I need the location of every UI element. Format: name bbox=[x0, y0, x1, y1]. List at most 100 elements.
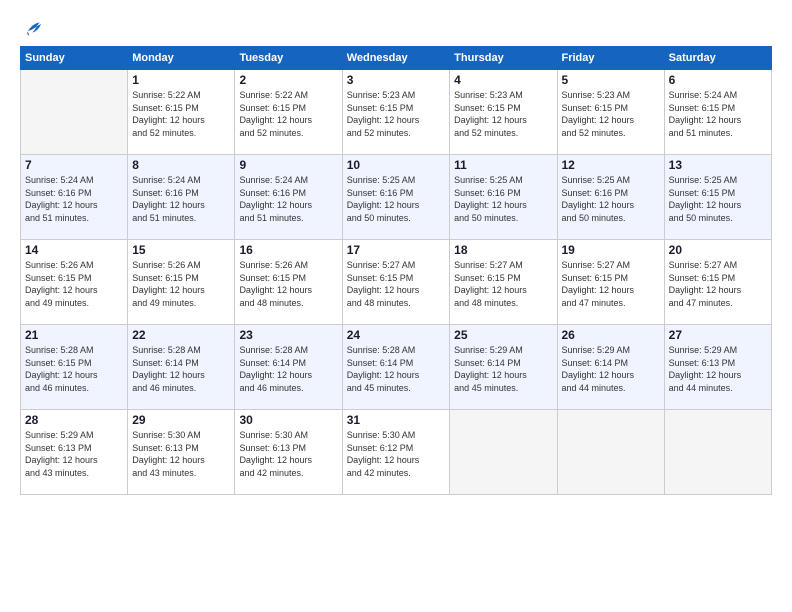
calendar-cell: 11 Sunrise: 5:25 AMSunset: 6:16 PMDaylig… bbox=[450, 155, 557, 240]
day-number: 2 bbox=[239, 73, 337, 87]
day-info: Sunrise: 5:24 AMSunset: 6:15 PMDaylight:… bbox=[669, 89, 767, 139]
day-info: Sunrise: 5:30 AMSunset: 6:13 PMDaylight:… bbox=[239, 429, 337, 479]
header-saturday: Saturday bbox=[664, 47, 771, 70]
day-number: 15 bbox=[132, 243, 230, 257]
day-number: 20 bbox=[669, 243, 767, 257]
calendar-cell: 10 Sunrise: 5:25 AMSunset: 6:16 PMDaylig… bbox=[342, 155, 449, 240]
day-number: 4 bbox=[454, 73, 552, 87]
day-info: Sunrise: 5:25 AMSunset: 6:15 PMDaylight:… bbox=[669, 174, 767, 224]
header-sunday: Sunday bbox=[21, 47, 128, 70]
day-number: 14 bbox=[25, 243, 123, 257]
day-number: 31 bbox=[347, 413, 445, 427]
calendar-cell: 8 Sunrise: 5:24 AMSunset: 6:16 PMDayligh… bbox=[128, 155, 235, 240]
calendar-cell: 12 Sunrise: 5:25 AMSunset: 6:16 PMDaylig… bbox=[557, 155, 664, 240]
day-number: 8 bbox=[132, 158, 230, 172]
day-number: 1 bbox=[132, 73, 230, 87]
calendar-cell bbox=[664, 410, 771, 495]
day-info: Sunrise: 5:22 AMSunset: 6:15 PMDaylight:… bbox=[239, 89, 337, 139]
day-info: Sunrise: 5:27 AMSunset: 6:15 PMDaylight:… bbox=[562, 259, 660, 309]
day-number: 11 bbox=[454, 158, 552, 172]
header-monday: Monday bbox=[128, 47, 235, 70]
day-info: Sunrise: 5:24 AMSunset: 6:16 PMDaylight:… bbox=[239, 174, 337, 224]
day-info: Sunrise: 5:23 AMSunset: 6:15 PMDaylight:… bbox=[347, 89, 445, 139]
calendar-week-row: 14 Sunrise: 5:26 AMSunset: 6:15 PMDaylig… bbox=[21, 240, 772, 325]
day-info: Sunrise: 5:28 AMSunset: 6:14 PMDaylight:… bbox=[347, 344, 445, 394]
day-number: 26 bbox=[562, 328, 660, 342]
day-number: 5 bbox=[562, 73, 660, 87]
calendar-cell: 27 Sunrise: 5:29 AMSunset: 6:13 PMDaylig… bbox=[664, 325, 771, 410]
day-info: Sunrise: 5:24 AMSunset: 6:16 PMDaylight:… bbox=[25, 174, 123, 224]
day-info: Sunrise: 5:23 AMSunset: 6:15 PMDaylight:… bbox=[562, 89, 660, 139]
calendar-header-row: SundayMondayTuesdayWednesdayThursdayFrid… bbox=[21, 47, 772, 70]
day-number: 19 bbox=[562, 243, 660, 257]
calendar-cell: 21 Sunrise: 5:28 AMSunset: 6:15 PMDaylig… bbox=[21, 325, 128, 410]
calendar-cell: 19 Sunrise: 5:27 AMSunset: 6:15 PMDaylig… bbox=[557, 240, 664, 325]
calendar-cell: 30 Sunrise: 5:30 AMSunset: 6:13 PMDaylig… bbox=[235, 410, 342, 495]
calendar-cell: 23 Sunrise: 5:28 AMSunset: 6:14 PMDaylig… bbox=[235, 325, 342, 410]
header-tuesday: Tuesday bbox=[235, 47, 342, 70]
day-number: 9 bbox=[239, 158, 337, 172]
page: SundayMondayTuesdayWednesdayThursdayFrid… bbox=[0, 0, 792, 612]
calendar-cell: 9 Sunrise: 5:24 AMSunset: 6:16 PMDayligh… bbox=[235, 155, 342, 240]
day-info: Sunrise: 5:30 AMSunset: 6:12 PMDaylight:… bbox=[347, 429, 445, 479]
day-info: Sunrise: 5:29 AMSunset: 6:13 PMDaylight:… bbox=[25, 429, 123, 479]
day-info: Sunrise: 5:26 AMSunset: 6:15 PMDaylight:… bbox=[132, 259, 230, 309]
calendar-cell: 6 Sunrise: 5:24 AMSunset: 6:15 PMDayligh… bbox=[664, 70, 771, 155]
day-number: 12 bbox=[562, 158, 660, 172]
calendar-cell: 5 Sunrise: 5:23 AMSunset: 6:15 PMDayligh… bbox=[557, 70, 664, 155]
day-info: Sunrise: 5:27 AMSunset: 6:15 PMDaylight:… bbox=[669, 259, 767, 309]
day-info: Sunrise: 5:27 AMSunset: 6:15 PMDaylight:… bbox=[454, 259, 552, 309]
day-number: 24 bbox=[347, 328, 445, 342]
calendar-cell bbox=[450, 410, 557, 495]
calendar-cell bbox=[21, 70, 128, 155]
calendar-cell bbox=[557, 410, 664, 495]
day-info: Sunrise: 5:22 AMSunset: 6:15 PMDaylight:… bbox=[132, 89, 230, 139]
day-number: 27 bbox=[669, 328, 767, 342]
day-number: 29 bbox=[132, 413, 230, 427]
calendar-cell: 4 Sunrise: 5:23 AMSunset: 6:15 PMDayligh… bbox=[450, 70, 557, 155]
day-number: 28 bbox=[25, 413, 123, 427]
calendar-cell: 14 Sunrise: 5:26 AMSunset: 6:15 PMDaylig… bbox=[21, 240, 128, 325]
calendar-cell: 24 Sunrise: 5:28 AMSunset: 6:14 PMDaylig… bbox=[342, 325, 449, 410]
header-wednesday: Wednesday bbox=[342, 47, 449, 70]
header bbox=[20, 18, 772, 40]
calendar-week-row: 1 Sunrise: 5:22 AMSunset: 6:15 PMDayligh… bbox=[21, 70, 772, 155]
calendar-week-row: 28 Sunrise: 5:29 AMSunset: 6:13 PMDaylig… bbox=[21, 410, 772, 495]
day-info: Sunrise: 5:24 AMSunset: 6:16 PMDaylight:… bbox=[132, 174, 230, 224]
day-info: Sunrise: 5:23 AMSunset: 6:15 PMDaylight:… bbox=[454, 89, 552, 139]
calendar-table: SundayMondayTuesdayWednesdayThursdayFrid… bbox=[20, 46, 772, 495]
calendar-cell: 13 Sunrise: 5:25 AMSunset: 6:15 PMDaylig… bbox=[664, 155, 771, 240]
calendar-cell: 22 Sunrise: 5:28 AMSunset: 6:14 PMDaylig… bbox=[128, 325, 235, 410]
day-info: Sunrise: 5:26 AMSunset: 6:15 PMDaylight:… bbox=[25, 259, 123, 309]
day-info: Sunrise: 5:30 AMSunset: 6:13 PMDaylight:… bbox=[132, 429, 230, 479]
day-number: 25 bbox=[454, 328, 552, 342]
day-info: Sunrise: 5:29 AMSunset: 6:14 PMDaylight:… bbox=[562, 344, 660, 394]
logo bbox=[20, 18, 44, 40]
day-info: Sunrise: 5:25 AMSunset: 6:16 PMDaylight:… bbox=[562, 174, 660, 224]
calendar-cell: 1 Sunrise: 5:22 AMSunset: 6:15 PMDayligh… bbox=[128, 70, 235, 155]
day-number: 13 bbox=[669, 158, 767, 172]
calendar-week-row: 21 Sunrise: 5:28 AMSunset: 6:15 PMDaylig… bbox=[21, 325, 772, 410]
calendar-cell: 26 Sunrise: 5:29 AMSunset: 6:14 PMDaylig… bbox=[557, 325, 664, 410]
day-number: 6 bbox=[669, 73, 767, 87]
header-thursday: Thursday bbox=[450, 47, 557, 70]
calendar-cell: 31 Sunrise: 5:30 AMSunset: 6:12 PMDaylig… bbox=[342, 410, 449, 495]
calendar-cell: 2 Sunrise: 5:22 AMSunset: 6:15 PMDayligh… bbox=[235, 70, 342, 155]
day-number: 7 bbox=[25, 158, 123, 172]
day-info: Sunrise: 5:29 AMSunset: 6:13 PMDaylight:… bbox=[669, 344, 767, 394]
calendar-cell: 29 Sunrise: 5:30 AMSunset: 6:13 PMDaylig… bbox=[128, 410, 235, 495]
day-number: 22 bbox=[132, 328, 230, 342]
day-info: Sunrise: 5:27 AMSunset: 6:15 PMDaylight:… bbox=[347, 259, 445, 309]
day-info: Sunrise: 5:28 AMSunset: 6:14 PMDaylight:… bbox=[132, 344, 230, 394]
calendar-cell: 7 Sunrise: 5:24 AMSunset: 6:16 PMDayligh… bbox=[21, 155, 128, 240]
calendar-cell: 16 Sunrise: 5:26 AMSunset: 6:15 PMDaylig… bbox=[235, 240, 342, 325]
day-number: 21 bbox=[25, 328, 123, 342]
day-number: 23 bbox=[239, 328, 337, 342]
day-number: 10 bbox=[347, 158, 445, 172]
header-friday: Friday bbox=[557, 47, 664, 70]
day-info: Sunrise: 5:26 AMSunset: 6:15 PMDaylight:… bbox=[239, 259, 337, 309]
day-number: 17 bbox=[347, 243, 445, 257]
calendar-cell: 25 Sunrise: 5:29 AMSunset: 6:14 PMDaylig… bbox=[450, 325, 557, 410]
day-number: 16 bbox=[239, 243, 337, 257]
day-info: Sunrise: 5:28 AMSunset: 6:14 PMDaylight:… bbox=[239, 344, 337, 394]
